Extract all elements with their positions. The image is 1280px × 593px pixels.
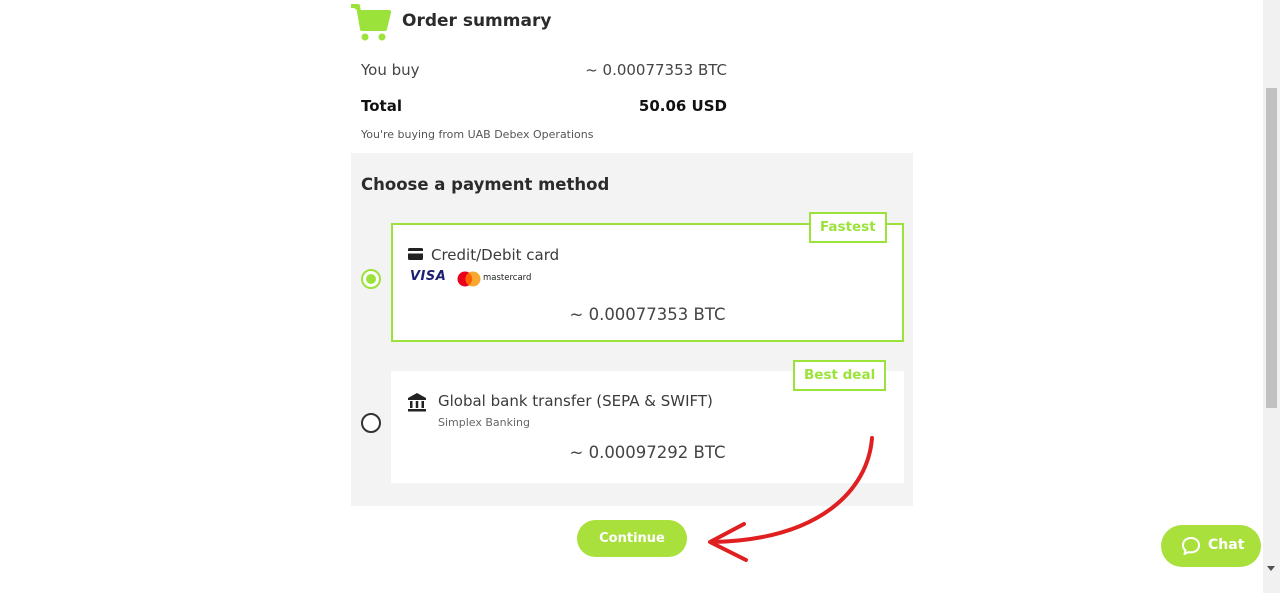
- bank-option-subtitle: Simplex Banking: [438, 416, 531, 429]
- card-radio[interactable]: [361, 269, 381, 289]
- scrollbar-thumb[interactable]: [1266, 88, 1277, 408]
- mastercard-icon: [457, 271, 481, 287]
- mastercard-label: mastercard: [483, 273, 532, 283]
- total-label: Total: [361, 97, 402, 115]
- you-buy-value: ~ 0.00077353 BTC: [585, 61, 727, 79]
- chat-bubble-icon: [1182, 537, 1200, 555]
- you-buy-label: You buy: [361, 61, 420, 79]
- credit-card-icon: [408, 248, 423, 260]
- red-arrow-annotation: [708, 436, 874, 562]
- card-option-title: Credit/Debit card: [431, 246, 560, 264]
- bank-option-title: Global bank transfer (SEPA & SWIFT): [438, 392, 713, 410]
- card-option-amount: ~ 0.00077353 BTC: [569, 305, 726, 324]
- total-value: 50.06 USD: [638, 97, 727, 115]
- cart-icon: [351, 4, 391, 41]
- bank-icon: [408, 393, 426, 412]
- chat-button[interactable]: Chat: [1161, 525, 1261, 567]
- chat-label: Chat: [1208, 537, 1245, 553]
- seller-note: You're buying from UAB Debex Operations: [361, 128, 594, 141]
- payment-method-heading: Choose a payment method: [361, 175, 610, 194]
- visa-logo: VISA: [410, 269, 447, 284]
- order-summary-title: Order summary: [402, 11, 552, 31]
- bank-radio[interactable]: [361, 413, 381, 433]
- fastest-badge: Fastest: [809, 212, 887, 243]
- continue-button[interactable]: Continue: [577, 520, 687, 557]
- page-scrollbar[interactable]: [1263, 0, 1280, 593]
- best-deal-badge: Best deal: [793, 360, 887, 391]
- scroll-down-arrow-icon[interactable]: [1267, 566, 1275, 571]
